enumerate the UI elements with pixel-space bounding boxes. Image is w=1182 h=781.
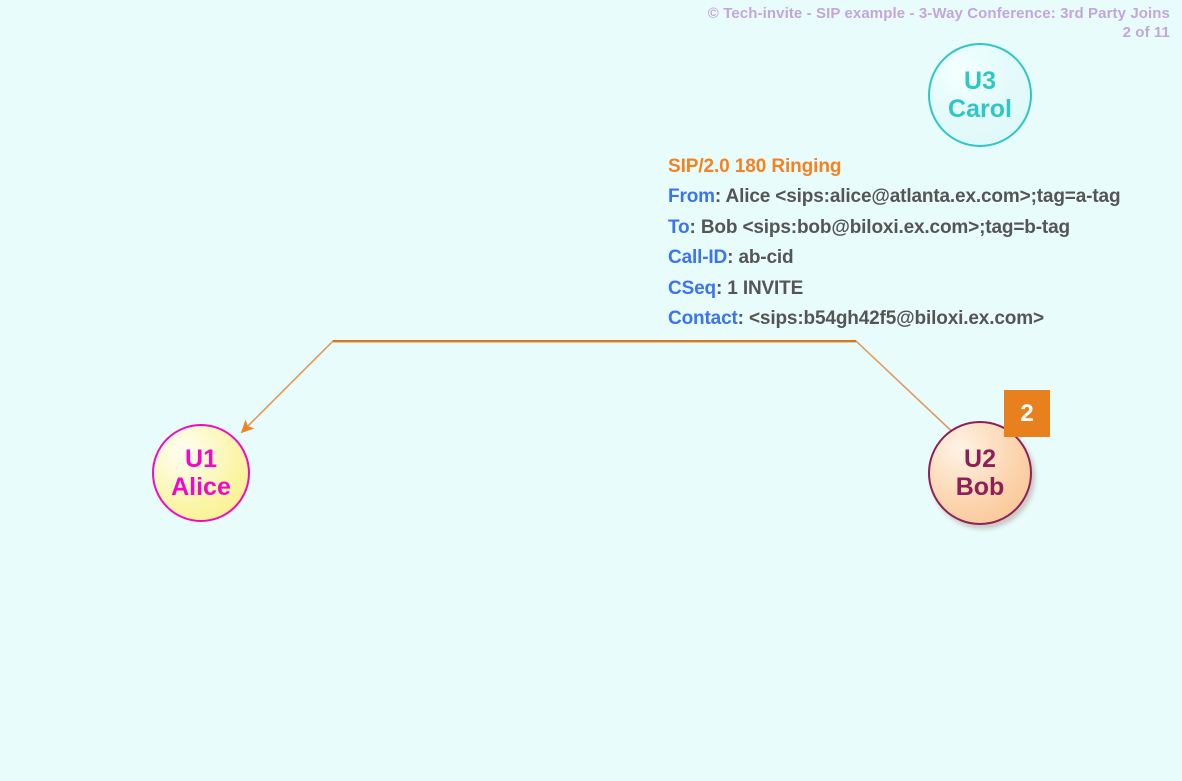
sip-header-from-value: Alice <sips:alice@atlanta.ex.com>;tag=a-… — [725, 186, 1121, 208]
sip-status-line: SIP/2.0 180 Ringing — [668, 156, 842, 177]
sip-header-cseq: CSeq: 1 INVITE — [668, 274, 1120, 304]
sip-header-from-separator: : — [714, 186, 726, 208]
sip-header-cseq-value: 1 INVITE — [727, 277, 804, 299]
sip-header-call-id: Call-ID: ab-cid — [668, 243, 1120, 273]
sip-header-contact-separator: : — [737, 308, 749, 330]
copyright-title: © Tech-invite - SIP example - 3-Way Conf… — [707, 5, 1170, 22]
actor-u1-alice[interactable]: U1 Alice — [152, 424, 250, 522]
sip-header-to-separator: : — [689, 216, 701, 238]
sip-header-call-id-name: Call-ID — [668, 247, 728, 269]
sip-header-call-id-value: ab-cid — [738, 247, 794, 269]
call-flow-canvas: © Tech-invite - SIP example - 3-Way Conf… — [0, 0, 1182, 781]
sip-header-to-value: Bob <sips:bob@biloxi.ex.com>;tag=b-tag — [700, 216, 1070, 238]
sip-header-contact: Contact: <sips:b54gh42f5@biloxi.ex.com> — [668, 304, 1120, 334]
actor-u3-id: U3 — [964, 67, 996, 95]
sip-header-to-name: To — [668, 216, 690, 238]
page-indicator: 2 of 11 — [1122, 24, 1170, 41]
sip-header-call-id-separator: : — [727, 247, 739, 269]
sip-header-cseq-name: CSeq — [668, 277, 716, 299]
actor-u2-id: U2 — [964, 445, 996, 473]
sip-header-from: From: Alice <sips:alice@atlanta.ex.com>;… — [668, 182, 1121, 212]
actor-u1-name: Alice — [171, 473, 231, 501]
actor-u1-id: U1 — [185, 445, 217, 473]
page-header: © Tech-invite - SIP example - 3-Way Conf… — [708, 4, 1170, 42]
sip-header-to: To: Bob <sips:bob@biloxi.ex.com>;tag=b-t… — [668, 213, 1120, 243]
sip-header-from-name: From — [668, 186, 715, 208]
sip-message-block: SIP/2.0 180 Ringing From: Alice <sips:al… — [668, 152, 1121, 334]
sip-header-contact-value: <sips:b54gh42f5@biloxi.ex.com> — [748, 308, 1044, 330]
actor-u2-name: Bob — [955, 473, 1005, 501]
actor-u3-name: Carol — [948, 95, 1012, 123]
actor-u3-carol[interactable]: U3 Carol — [928, 43, 1032, 147]
sip-header-cseq-separator: : — [715, 277, 728, 299]
sip-header-contact-name: Contact — [668, 308, 738, 330]
step-number-badge: 2 — [1004, 390, 1050, 437]
